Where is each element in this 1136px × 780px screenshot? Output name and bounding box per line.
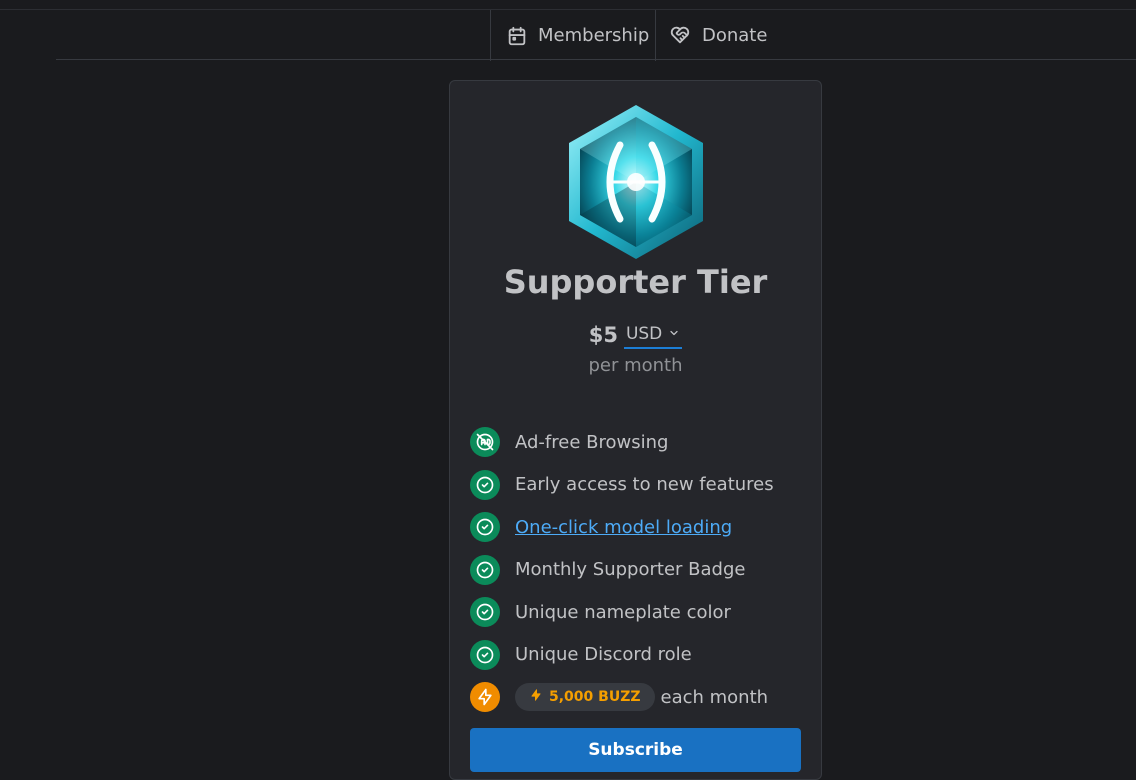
tab-donate[interactable]: Donate [668, 10, 767, 60]
benefit-item: Early access to new features [470, 464, 810, 507]
bolt-icon [470, 682, 500, 713]
buzz-suffix: each month [660, 686, 769, 708]
circle-check-icon [470, 597, 500, 628]
price-amount: $5 [588, 323, 618, 347]
benefit-text: Unique nameplate color [515, 601, 731, 623]
benefit-text: Monthly Supporter Badge [515, 559, 746, 581]
benefits-list: Ad-free Browsing Early access to new fea… [470, 421, 810, 719]
benefit-item: Ad-free Browsing [470, 421, 810, 464]
heart-handshake-icon [668, 24, 692, 46]
benefit-text: Ad-free Browsing [515, 431, 669, 453]
buzz-row-text: 5,000 BUZZ each month [515, 683, 769, 712]
benefit-item-buzz: 5,000 BUZZ each month [470, 676, 810, 719]
benefit-text: Early access to new features [515, 474, 774, 496]
benefit-text: Unique Discord role [515, 644, 692, 666]
tier-title: Supporter Tier [503, 263, 768, 301]
circle-check-icon [470, 469, 500, 500]
tier-gem-icon [569, 105, 703, 259]
tab-membership[interactable]: Membership [490, 10, 656, 61]
tab-membership-label: Membership [538, 25, 650, 46]
benefit-item: Unique Discord role [470, 634, 810, 677]
bolt-icon [529, 687, 543, 707]
billing-period: per month [588, 355, 683, 376]
ad-off-icon [470, 427, 500, 458]
price-row: $5 USD [450, 321, 821, 349]
benefit-item: Monthly Supporter Badge [470, 549, 810, 592]
one-click-loading-link[interactable]: One-click model loading [515, 517, 732, 538]
buzz-amount: 5,000 BUZZ [549, 689, 641, 706]
tier-card: Supporter Tier $5 USD per month Ad-free … [449, 80, 822, 780]
currency-value: USD [625, 324, 663, 344]
benefit-item: Unique nameplate color [470, 591, 810, 634]
tabs-divider [56, 59, 1136, 60]
subscribe-button[interactable]: Subscribe [470, 728, 801, 772]
currency-select[interactable]: USD [623, 323, 683, 349]
circle-check-icon [470, 512, 500, 543]
tab-donate-label: Donate [702, 24, 768, 46]
circle-check-icon [470, 639, 500, 670]
circle-check-icon [470, 554, 500, 585]
calendar-icon [506, 25, 528, 47]
chevron-down-icon [668, 323, 680, 345]
benefit-item: One-click model loading [470, 506, 810, 549]
buzz-badge: 5,000 BUZZ [515, 683, 655, 712]
